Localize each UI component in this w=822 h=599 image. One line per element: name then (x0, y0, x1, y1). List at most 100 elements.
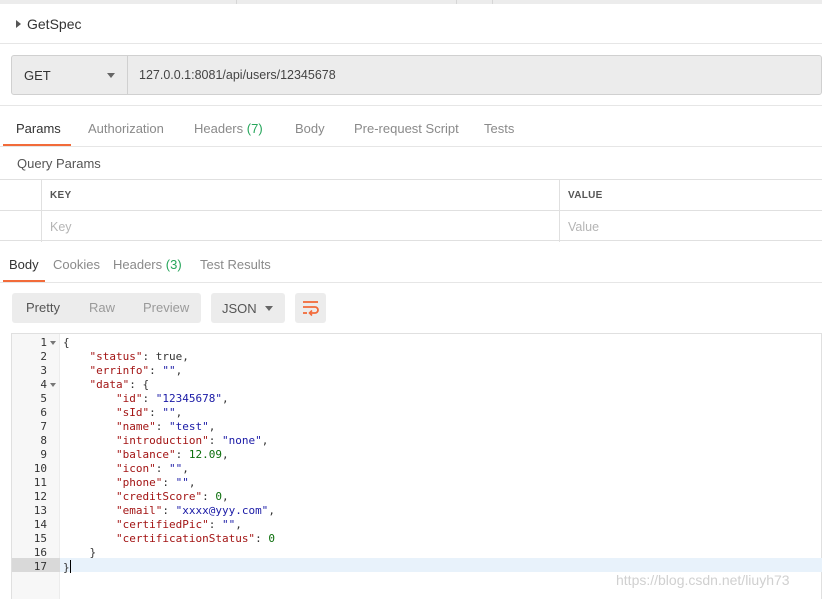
code-token: , (175, 406, 183, 419)
code-token: , (261, 434, 269, 447)
code-token: : (208, 434, 222, 447)
code-line: 13 "email": "xxxx@yyy.com", (12, 504, 822, 518)
row-checkbox-cell[interactable] (0, 211, 42, 242)
line-number: 3 (40, 364, 47, 377)
fold-arrow-icon[interactable] (50, 383, 56, 387)
code-token: , (221, 490, 229, 503)
code-line: 3 "errinfo": "", (12, 364, 822, 378)
method-label: GET (24, 67, 51, 83)
code-token: : { (129, 378, 150, 391)
code-token: : (149, 364, 163, 377)
code-token: , (182, 462, 189, 475)
code-token: 0 (268, 532, 275, 545)
tab-test-results[interactable]: Test Results (200, 257, 271, 272)
line-number: 15 (33, 532, 47, 545)
key-input[interactable]: Key (42, 211, 560, 242)
raw-button[interactable]: Raw (89, 300, 115, 315)
code-token: "certificationStatus" (115, 532, 256, 545)
code-token: : (175, 448, 189, 461)
response-body-editor[interactable]: 1{2 "status": true, 3 "errinfo": "", 4 "da… (11, 333, 822, 599)
response-toolbar: Pretty Raw Preview JSON (0, 293, 822, 323)
code-token: : (162, 476, 176, 489)
code-token: { (63, 336, 70, 349)
tab-headers[interactable]: Headers (7) (194, 121, 263, 136)
format-select[interactable]: JSON (211, 293, 285, 323)
code-token: : (142, 392, 156, 405)
pretty-button[interactable]: Pretty (26, 300, 60, 315)
code-token: : (162, 504, 176, 517)
code-token: "icon" (115, 462, 156, 475)
code-token: "data" (89, 378, 130, 391)
code-line: 15 "certificationStatus": 0 (12, 532, 822, 546)
tab-params[interactable]: Params (16, 121, 61, 136)
wrap-lines-button[interactable] (295, 293, 326, 323)
url-input[interactable]: 127.0.0.1:8081/api/users/12345678 (128, 56, 821, 94)
line-number: 8 (40, 434, 47, 447)
code-token: "" (221, 518, 236, 531)
tab-authorization[interactable]: Authorization (88, 121, 164, 136)
code-token: , (208, 420, 216, 433)
code-text: "name": "test", (63, 420, 215, 434)
code-text: "phone": "", (63, 476, 195, 490)
code-text: "balance": 12.09, (63, 448, 229, 462)
code-token: "introduction" (115, 434, 209, 447)
code-token: : true, (142, 350, 189, 363)
code-token: "balance" (115, 448, 176, 461)
code-token: "creditScore" (115, 490, 203, 503)
table-row: Key Value (0, 211, 822, 242)
code-line: 5 "id": "12345678", (12, 392, 822, 406)
code-token: "email" (115, 504, 163, 517)
code-text: } (63, 546, 96, 560)
query-params-table: KEY VALUE Key Value (0, 179, 822, 242)
code-token: , (188, 476, 196, 489)
tab-response-headers[interactable]: Headers (3) (113, 257, 182, 272)
value-input[interactable]: Value (560, 211, 822, 242)
divider (0, 105, 822, 106)
line-number: 10 (33, 462, 47, 475)
code-text: "introduction": "none", (63, 434, 268, 448)
url-text: 127.0.0.1:8081/api/users/12345678 (139, 68, 336, 82)
method-select[interactable]: GET (12, 56, 128, 94)
code-text: } (63, 560, 71, 575)
code-text: "certificationStatus": 0 (63, 532, 275, 546)
tab-cookies[interactable]: Cookies (53, 257, 100, 272)
tab-body[interactable]: Body (295, 121, 325, 136)
code-line: 7 "name": "test", (12, 420, 822, 434)
line-number: 13 (33, 504, 47, 517)
wrap-lines-icon (303, 301, 319, 317)
code-token: "12345678" (155, 392, 222, 405)
line-number: 9 (40, 448, 47, 461)
code-token: "sId" (115, 406, 150, 419)
code-token: "" (175, 476, 189, 489)
code-token: "test" (168, 420, 209, 433)
code-line: 9 "balance": 12.09, (12, 448, 822, 462)
caret-right-icon[interactable] (16, 19, 21, 28)
code-token: : (149, 406, 163, 419)
headers-count: (7) (246, 121, 263, 136)
code-token: "certifiedPic" (115, 518, 209, 531)
tab-pre-request-script[interactable]: Pre-request Script (354, 121, 459, 136)
line-number: 7 (40, 420, 47, 433)
code-token: } (63, 561, 70, 574)
code-text: "icon": "", (63, 462, 189, 476)
code-text: { (63, 336, 70, 350)
code-line: 12 "creditScore": 0, (12, 490, 822, 504)
fold-arrow-icon[interactable] (50, 341, 56, 345)
line-number: 6 (40, 406, 47, 419)
code-line: 6 "sId": "", (12, 406, 822, 420)
tab-tests[interactable]: Tests (484, 121, 514, 136)
request-tabs: Params Authorization Headers (7) Body Pr… (0, 108, 822, 148)
code-token: "xxxx@yyy.com" (175, 504, 269, 517)
request-name-bar[interactable]: GetSpec (0, 4, 822, 44)
code-token: , (221, 448, 229, 461)
tab-response-body[interactable]: Body (9, 257, 39, 272)
code-token: 0 (215, 490, 222, 503)
code-token: , (235, 518, 242, 531)
preview-button[interactable]: Preview (143, 300, 189, 315)
code-line: 10 "icon": "", (12, 462, 822, 476)
